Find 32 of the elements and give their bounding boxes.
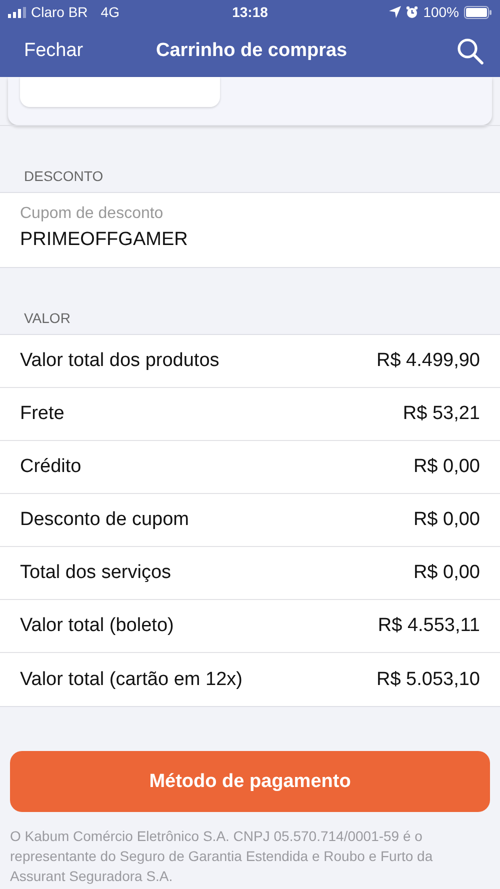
row-amount: R$ 0,00	[413, 562, 480, 584]
alarm-clock-icon	[406, 6, 418, 18]
row-label: Total dos serviços	[20, 562, 172, 584]
close-button[interactable]: Fechar	[24, 40, 84, 62]
coupon-field[interactable]: Cupom de desconto PRIMEOFFGAMER	[0, 193, 500, 267]
row-amount: R$ 4.499,90	[376, 350, 480, 372]
row-amount: R$ 5.053,10	[376, 668, 480, 690]
row-label: Crédito	[20, 456, 82, 478]
signal-icon	[8, 6, 26, 18]
clock-time: 13:18	[232, 4, 268, 20]
legal-notice: O Kabum Comércio Eletrônico S.A. CNPJ 05.570.714/0001-59 é o representante do Seguro de Garantia Estendida e Roubo e Furto da Assurant Seguradora S.A.	[10, 827, 434, 886]
coupon-input[interactable]: PRIMEOFFGAMER	[20, 229, 480, 251]
row-amount: R$ 0,00	[413, 456, 480, 478]
section-header: VALOR	[24, 310, 70, 326]
section-header: DESCONTO	[24, 168, 104, 184]
location-arrow-icon	[389, 6, 402, 18]
row-amount: R$ 0,00	[413, 509, 480, 531]
row-label: Valor total (boleto)	[20, 615, 174, 637]
screen-title: Carrinho de compras	[156, 40, 348, 62]
search-icon	[456, 36, 484, 64]
row-label: Desconto de cupom	[20, 509, 189, 531]
row-amount: R$ 4.553,11	[378, 615, 480, 637]
battery-icon	[464, 6, 492, 18]
battery-percent: 100%	[423, 4, 459, 20]
search-button[interactable]	[456, 36, 484, 64]
carrier-name: Claro BR	[31, 4, 88, 20]
row-label: Valor total (cartão em 12x)	[20, 668, 242, 690]
row-amount: R$ 53,21	[402, 403, 480, 425]
network-type: 4G	[100, 4, 120, 20]
field-label: Cupom de desconto	[20, 205, 164, 223]
row-label: Valor total dos produtos	[20, 350, 220, 372]
row-label: Frete	[20, 403, 64, 425]
